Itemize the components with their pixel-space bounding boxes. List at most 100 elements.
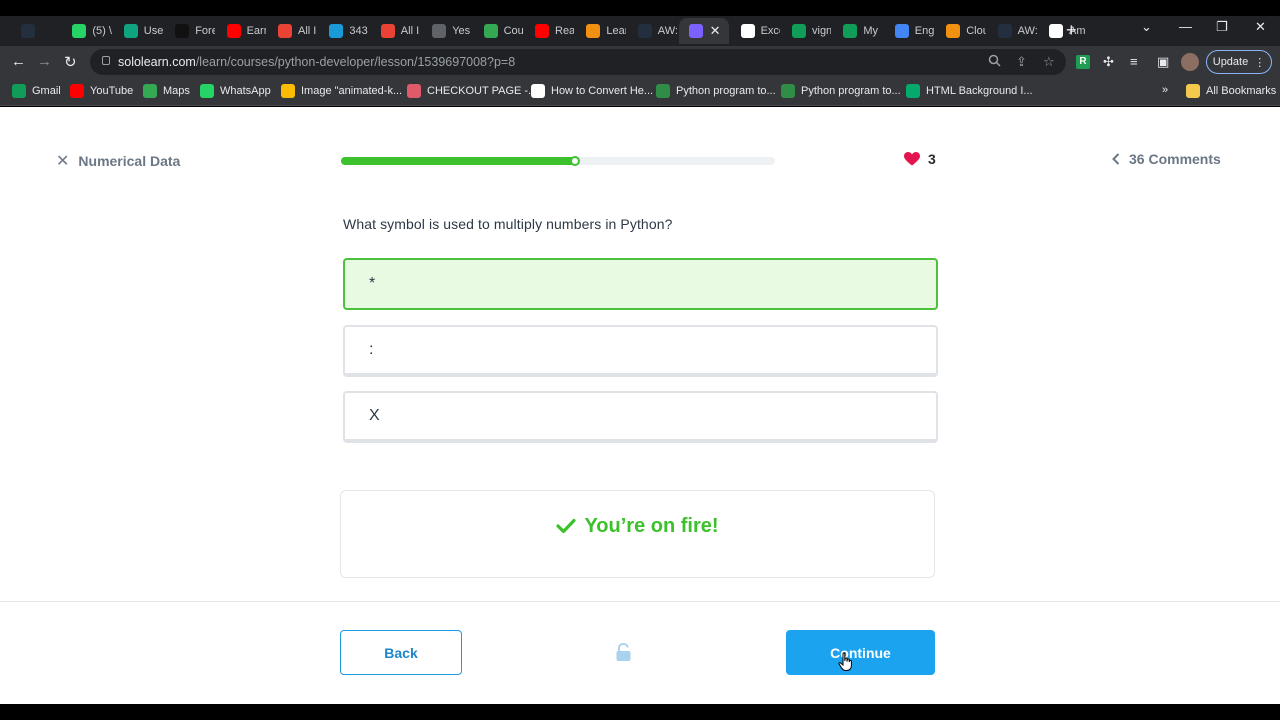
browser-tab-label: All I xyxy=(400,25,420,37)
gfg-icon xyxy=(656,84,670,98)
bookmark-label: Python program to... xyxy=(801,85,901,97)
hearts-count: 3 xyxy=(928,151,936,167)
bookmark-label: Gmail xyxy=(32,85,61,97)
browser-tab-label: My xyxy=(863,25,879,37)
browser-tab[interactable]: Earr xyxy=(217,18,266,44)
browser-tab[interactable]: Yes xyxy=(422,18,471,44)
heart-icon xyxy=(904,152,920,166)
browser-tab[interactable]: vign xyxy=(782,18,831,44)
all-bookmarks-button[interactable]: All Bookmarks xyxy=(1186,84,1276,98)
profile-avatar[interactable] xyxy=(1181,53,1199,71)
bookmark-label: HTML Background I... xyxy=(926,85,1033,97)
bookmark-item[interactable]: Maps xyxy=(143,84,190,98)
browser-tab[interactable]: Clou xyxy=(936,18,986,44)
unlock-icon[interactable] xyxy=(615,642,632,667)
browser-tab[interactable]: Lear xyxy=(576,18,626,44)
bookmark-item[interactable]: Python program to... xyxy=(656,84,776,98)
browser-tab[interactable]: My xyxy=(833,18,882,44)
browser-tab[interactable]: Rea xyxy=(525,18,574,44)
browser-tab[interactable]: Fore xyxy=(165,18,215,44)
bookmark-item[interactable]: Image "animated-k... xyxy=(281,84,402,98)
bookmark-item[interactable]: Python program to... xyxy=(781,84,901,98)
extension-r-icon[interactable]: R xyxy=(1076,55,1090,69)
close-lesson-button[interactable]: ✕ Numerical Data xyxy=(56,151,180,171)
browser-tab-label: Yes xyxy=(452,25,471,37)
bookmark-star-icon[interactable]: ☆ xyxy=(1043,54,1055,70)
bookmark-label: Image "animated-k... xyxy=(301,85,403,97)
close-window-icon[interactable]: ✕ xyxy=(1255,19,1266,35)
browser-tab[interactable]: All I xyxy=(268,18,317,44)
browser-tab[interactable]: AW: xyxy=(628,18,677,44)
browser-tab-label: Lear xyxy=(606,25,625,37)
browser-tab[interactable] xyxy=(11,18,60,44)
globe-icon xyxy=(432,24,447,38)
aws-icon xyxy=(997,24,1012,38)
reload-icon[interactable]: ↻ xyxy=(64,53,77,71)
is-icon xyxy=(329,24,344,38)
forward-arrow-icon[interactable]: → xyxy=(37,53,52,70)
browser-tab[interactable]: All I xyxy=(371,18,420,44)
answer-option-text: : xyxy=(369,341,374,358)
cube-icon xyxy=(946,24,961,38)
continue-button[interactable]: Continue xyxy=(786,630,935,675)
answer-option-3[interactable]: X xyxy=(343,391,938,443)
back-button[interactable]: Back xyxy=(340,630,462,675)
browser-tab-label: Exce xyxy=(760,25,780,37)
folder-icon xyxy=(1186,84,1200,98)
browser-tab[interactable]: (5) \ xyxy=(62,18,112,44)
answer-option-text: * xyxy=(369,275,376,292)
bookmark-item[interactable]: CHECKOUT PAGE -... xyxy=(407,84,537,98)
bookmark-item[interactable]: HTML Background I... xyxy=(906,84,1033,98)
aws-icon xyxy=(21,24,35,38)
back-arrow-icon[interactable]: ← xyxy=(11,53,26,70)
browser-tab[interactable]: Eng xyxy=(885,18,934,44)
aws-icon xyxy=(637,24,652,38)
sheets-icon xyxy=(843,24,858,38)
browser-tab[interactable]: 343 xyxy=(319,18,368,44)
browser-tab-label: Cou xyxy=(503,25,523,37)
zoom-icon[interactable] xyxy=(988,54,1001,70)
restore-icon[interactable]: ❐ xyxy=(1216,19,1228,35)
url-text: sololearn.com/learn/courses/python-devel… xyxy=(118,55,516,69)
star-icon xyxy=(281,84,295,98)
youtube-icon xyxy=(535,24,549,38)
browser-tab[interactable]: Am xyxy=(1039,18,1088,44)
comments-button[interactable]: 36 Comments xyxy=(1112,151,1221,167)
answer-option-2[interactable]: : xyxy=(343,325,938,377)
browser-tab[interactable]: AW: xyxy=(988,18,1037,44)
answer-option-1[interactable]: * xyxy=(343,258,938,310)
new-tab-button[interactable]: + xyxy=(1066,20,1077,41)
browser-tab[interactable]: ✕ xyxy=(679,18,729,44)
browser-tab-label: Earr xyxy=(246,25,266,37)
bookmark-item[interactable]: WhatsApp xyxy=(200,84,271,98)
bookmark-item[interactable]: Gmail xyxy=(12,84,61,98)
w-icon xyxy=(906,84,920,98)
lesson-title: Numerical Data xyxy=(78,153,181,169)
d-icon xyxy=(894,24,909,38)
side-panel-icon[interactable]: ▣ xyxy=(1157,54,1169,70)
minimize-icon[interactable]: — xyxy=(1179,19,1192,34)
browser-tab[interactable]: Exce xyxy=(731,18,780,44)
close-tab-icon[interactable]: ✕ xyxy=(710,23,721,39)
bookmarks-overflow-icon[interactable]: » xyxy=(1162,84,1168,96)
media-control-icon[interactable]: ≡ xyxy=(1130,54,1138,69)
feedback-panel: You’re on fire! xyxy=(340,490,935,578)
question-text: What symbol is used to multiply numbers … xyxy=(343,216,673,232)
extensions-puzzle-icon[interactable]: ✣ xyxy=(1103,54,1114,70)
browser-tab-label: AW: xyxy=(657,25,678,37)
bookmarks-bar: » All Bookmarks Gmail YouTube Maps WhatsApp… xyxy=(0,78,1280,106)
bookmark-item[interactable]: How to Convert He... xyxy=(531,84,653,98)
share-icon[interactable]: ⇪ xyxy=(1016,54,1027,70)
browser-tab-label: Rea xyxy=(555,25,575,37)
address-bar[interactable]: sololearn.com/learn/courses/python-devel… xyxy=(90,49,1066,75)
browser-tab[interactable]: Cou xyxy=(474,18,523,44)
bookmark-item[interactable]: YouTube xyxy=(70,84,133,98)
bookmark-label: CHECKOUT PAGE -... xyxy=(427,85,538,97)
tab-search-icon[interactable]: ⌄ xyxy=(1141,19,1152,35)
cube-icon xyxy=(586,24,601,38)
update-button[interactable]: Update ⋮ xyxy=(1206,50,1272,74)
hearts-counter[interactable]: 3 xyxy=(904,151,936,167)
comments-label: 36 Comments xyxy=(1129,151,1221,167)
browser-tab[interactable]: Use xyxy=(114,18,163,44)
whatsapp-icon xyxy=(200,84,214,98)
